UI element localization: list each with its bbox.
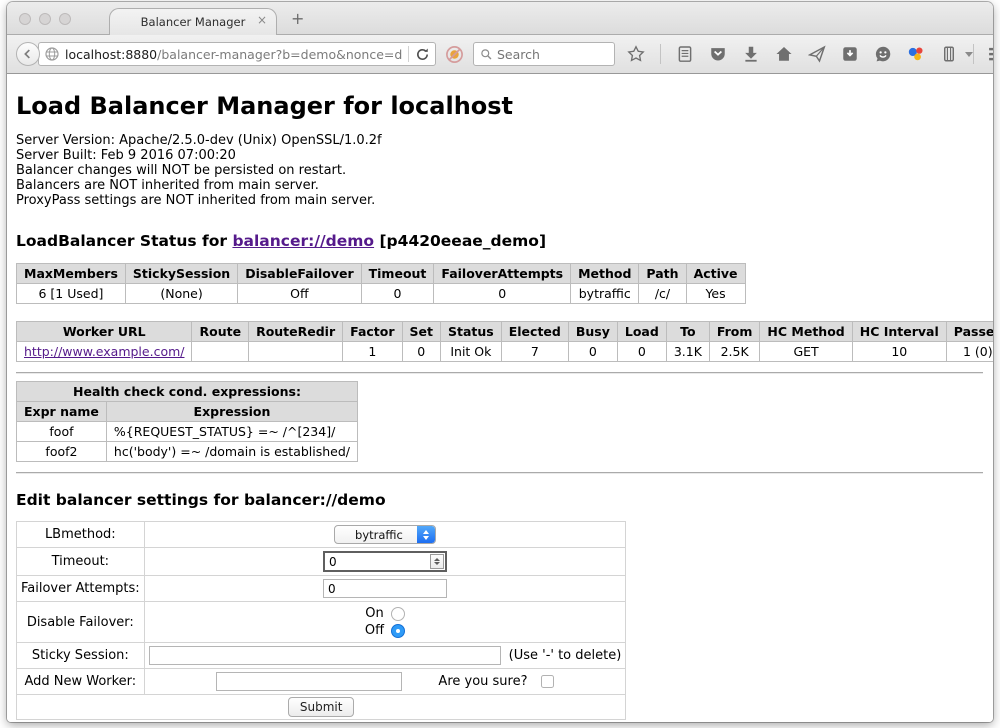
container-icon[interactable] (940, 45, 958, 63)
sticky-session-hint: (Use '-' to delete) (509, 648, 622, 663)
lbmethod-row: LBmethod: bytraffic (17, 522, 626, 548)
balancer-demo-link[interactable]: balancer://demo (232, 232, 374, 250)
url-bar[interactable]: localhost:8880/balancer-manager?b=demo&n… (38, 42, 436, 66)
worker-table: Worker URL Route RouteRedir Factor Set S… (16, 321, 993, 362)
table-header-row: MaxMembers StickySession DisableFailover… (17, 264, 746, 284)
server-version-line: Server Version: Apache/2.5.0-dev (Unix) … (16, 133, 983, 148)
table-title-row: Health check cond. expressions: (17, 382, 358, 402)
persist-notice-line: Balancer changes will NOT be persisted o… (16, 163, 983, 178)
hello-icon[interactable] (907, 45, 925, 63)
reading-list-icon[interactable] (676, 45, 694, 63)
toolbar-separator (973, 44, 974, 64)
reload-icon[interactable] (415, 47, 430, 62)
select-stepper-icon (417, 526, 435, 543)
edit-balancer-heading: Edit balancer settings for balancer://de… (16, 491, 983, 509)
table-row: 6 [1 Used] (None) Off 0 0 bytraffic /c/ … (17, 284, 746, 304)
save-to-device-icon[interactable] (841, 45, 859, 63)
globe-icon (44, 46, 60, 62)
lbmethod-selected-value: bytraffic (335, 526, 417, 543)
pocket-icon[interactable] (709, 45, 727, 63)
add-worker-row: Add New Worker: Are you sure? (17, 669, 626, 695)
search-input[interactable] (497, 47, 597, 62)
table-row: foof %{REQUEST_STATUS} =~ /^[234]/ (17, 422, 358, 442)
close-window-button[interactable] (19, 13, 31, 25)
confirm-label: Are you sure? (438, 674, 527, 689)
tab-close-icon[interactable]: × (257, 14, 267, 26)
new-tab-button[interactable]: + (291, 11, 304, 27)
feedback-smiley-icon[interactable] (874, 45, 892, 63)
urlbar-divider (408, 46, 409, 62)
balancer-status-table: MaxMembers StickySession DisableFailover… (16, 263, 746, 304)
loadbalancer-status-heading: LoadBalancer Status for balancer://demo … (16, 232, 983, 250)
failover-attempts-input[interactable] (323, 579, 447, 598)
proxypass-notice-line: ProxyPass settings are NOT inherited fro… (16, 193, 983, 208)
worker-url-link[interactable]: http://www.example.com/ (24, 344, 184, 359)
minimize-window-button[interactable] (39, 13, 51, 25)
toolbar-icons (627, 44, 973, 64)
downloads-icon[interactable] (742, 45, 760, 63)
radio-off-label: Off (365, 622, 384, 639)
submit-button[interactable]: Submit (288, 697, 355, 717)
add-worker-label: Add New Worker: (17, 669, 145, 695)
tab-balancer-manager[interactable]: Balancer Manager × (109, 8, 277, 35)
menu-hamburger-icon[interactable] (988, 45, 993, 63)
server-info: Server Version: Apache/2.5.0-dev (Unix) … (16, 133, 983, 208)
bookmark-star-icon[interactable] (627, 45, 645, 63)
search-box[interactable] (473, 42, 615, 66)
lbmethod-label: LBmethod: (17, 522, 145, 548)
send-tab-icon[interactable] (808, 45, 826, 63)
table-row: http://www.example.com/ 1 0 Init Ok 7 0 … (17, 342, 994, 362)
home-icon[interactable] (775, 45, 793, 63)
disable-failover-on-radio[interactable] (391, 607, 405, 621)
disable-failover-off-radio[interactable] (391, 624, 405, 638)
table-row: foof2 hc('body') =~ /domain is establish… (17, 442, 358, 462)
table-header-row: Worker URL Route RouteRedir Factor Set S… (17, 322, 994, 342)
chevron-down-icon[interactable] (965, 52, 973, 57)
edit-balancer-form: LBmethod: bytraffic Timeout: (16, 521, 626, 720)
plugin-blocked-icon[interactable] (445, 45, 464, 64)
titlebar: Balancer Manager × + (7, 2, 993, 35)
page-content: Load Balancer Manager for localhost Serv… (7, 74, 993, 722)
sticky-session-row: Sticky Session: (Use '-' to delete) (17, 643, 626, 669)
section-divider (16, 472, 983, 474)
search-icon (480, 48, 493, 61)
server-built-line: Server Built: Feb 9 2016 07:00:20 (16, 148, 983, 163)
toolbar-separator (660, 44, 661, 64)
disable-failover-row: Disable Failover: On Off (17, 602, 626, 643)
url-text: localhost:8880/balancer-manager?b=demo&n… (65, 47, 402, 62)
failover-attempts-label: Failover Attempts: (17, 576, 145, 602)
health-check-table: Health check cond. expressions: Expr nam… (16, 381, 358, 462)
sticky-session-input[interactable] (149, 646, 501, 665)
navigation-toolbar: localhost:8880/balancer-manager?b=demo&n… (7, 35, 993, 74)
back-arrow-icon (21, 47, 35, 61)
sticky-session-label: Sticky Session: (17, 643, 145, 669)
section-divider (16, 372, 983, 374)
timeout-row: Timeout: (17, 548, 626, 576)
number-spinner-icon[interactable] (430, 554, 444, 569)
page-title: Load Balancer Manager for localhost (16, 92, 983, 120)
tab-title: Balancer Manager (141, 15, 246, 29)
inherit-notice-line: Balancers are NOT inherited from main se… (16, 178, 983, 193)
lbmethod-select[interactable]: bytraffic (334, 525, 436, 544)
radio-on-label: On (365, 605, 383, 622)
failover-attempts-row: Failover Attempts: (17, 576, 626, 602)
toolbar-right-group (973, 44, 993, 64)
zoom-window-button[interactable] (59, 13, 71, 25)
back-button[interactable] (16, 42, 40, 66)
disable-failover-label: Disable Failover: (17, 602, 145, 643)
browser-window: Balancer Manager × + localhost:8880/bala… (7, 2, 993, 722)
confirm-checkbox[interactable] (541, 675, 554, 688)
timeout-input[interactable] (323, 551, 447, 572)
table-header-row: Expr name Expression (17, 402, 358, 422)
window-controls (19, 13, 71, 25)
timeout-label: Timeout: (17, 548, 145, 576)
add-worker-input[interactable] (216, 672, 402, 691)
submit-row: Submit (17, 695, 626, 720)
